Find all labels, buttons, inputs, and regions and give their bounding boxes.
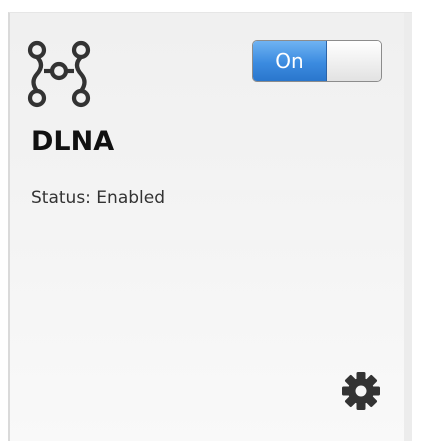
gear-icon[interactable] — [339, 369, 383, 413]
toggle-knob[interactable] — [327, 41, 381, 81]
card-edge — [404, 13, 412, 441]
service-title: DLNA — [31, 126, 115, 157]
toggle-on-label: On — [253, 41, 327, 81]
enable-toggle[interactable]: On — [252, 40, 382, 82]
service-status: Status: Enabled — [31, 188, 165, 208]
network-nodes-icon — [27, 40, 91, 108]
